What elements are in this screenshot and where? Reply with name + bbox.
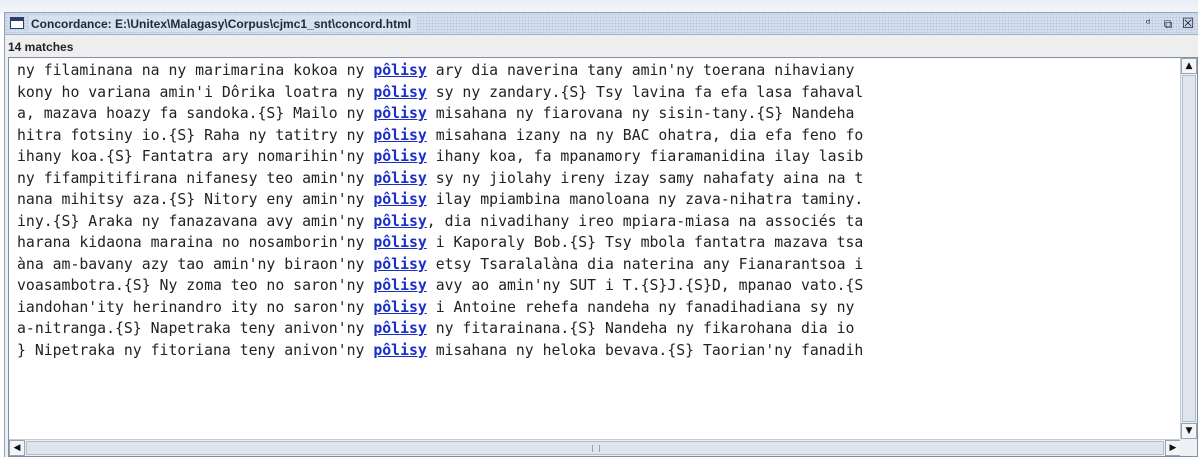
right-context: ihany koa, fa mpanamory fiaramanidina il… (426, 148, 864, 165)
match-link[interactable]: pôlisy (373, 320, 426, 337)
match-link[interactable]: pôlisy (373, 84, 426, 101)
match-link[interactable]: pôlisy (373, 191, 426, 208)
right-context: ilay mpiambina manoloana ny zava-nihatra… (426, 191, 864, 208)
match-count-label: 14 matches (8, 40, 74, 54)
left-context: nana mihitsy aza.{S} Nitory eny amin'ny (17, 191, 374, 208)
scroll-right-icon[interactable]: ▶ (1165, 440, 1181, 456)
concordance-line: hitra fotsiny io.{S} Raha ny tatitry ny … (17, 125, 1179, 147)
left-context: kony ho variana amin'i Dôrika loatra ny (17, 83, 374, 101)
right-context: misahana izany na ny BAC ohatra, dia efa… (426, 126, 864, 144)
right-context: sy ny zandary.{S} Tsy lavina fa efa lasa… (426, 83, 864, 101)
left-context: ny filaminana na ny marimarina kokoa ny (17, 62, 374, 79)
right-context: avy ao amin'ny SUT i T.{S}J.{S}D, mpanao… (426, 277, 864, 294)
match-link[interactable]: pôlisy (373, 105, 426, 122)
right-context: i Kaporaly Bob.{S} Tsy mbola fantatra ma… (426, 234, 864, 251)
horizontal-scrollbar[interactable]: ◀ ▶ (9, 439, 1181, 456)
right-context: , dia nivadihany ireo mpiara-miasa na as… (426, 212, 864, 230)
match-link[interactable]: pôlisy (373, 256, 426, 273)
match-link[interactable]: pôlisy (373, 170, 426, 187)
right-context: ary dia naverina tany amin'ny toerana ni… (426, 62, 855, 79)
scroll-up-icon[interactable]: ▲ (1181, 58, 1197, 74)
left-context: voasambotra.{S} Ny zoma teo no saron'ny (17, 277, 374, 294)
right-context: etsy Tsaralalàna dia naterina any Fianar… (426, 255, 864, 273)
right-context: misahana ny fiarovana ny sisin-tany.{S} … (426, 105, 855, 122)
concordance-line: àna am-bavany azy tao amin'ny biraon'ny … (17, 254, 1179, 276)
scroll-left-icon[interactable]: ◀ (9, 440, 25, 456)
left-context: a-nitranga.{S} Napetraka teny anivon'ny (17, 320, 374, 337)
right-context: sy ny jiolahy ireny izay samy nahafaty a… (426, 169, 864, 187)
window-title: Concordance: E:\Unitex\Malagasy\Corpus\c… (29, 16, 418, 32)
scroll-down-icon[interactable]: ▼ (1181, 423, 1197, 439)
concordance-panel[interactable]: ny filaminana na ny marimarina kokoa ny … (8, 57, 1198, 457)
concordance-line: harana kidaona maraina no nosamborin'ny … (17, 232, 1179, 254)
match-link[interactable]: pôlisy (373, 299, 426, 316)
match-link[interactable]: pôlisy (373, 148, 426, 165)
concordance-line: ny fifampitifirana nifanesy teo amin'ny … (17, 168, 1179, 190)
concordance-line: ny filaminana na ny marimarina kokoa ny … (17, 60, 1179, 82)
left-context: harana kidaona maraina no nosamborin'ny (17, 234, 374, 251)
vertical-scroll-thumb[interactable] (1182, 75, 1196, 422)
left-context: ny fifampitifirana nifanesy teo amin'ny (17, 169, 374, 187)
match-link[interactable]: pôlisy (373, 62, 426, 79)
concordance-line: ihany koa.{S} Fantatra ary nomarihin'ny … (17, 146, 1179, 168)
concordance-line: } Nipetraka ny fitoriana teny anivon'ny … (17, 340, 1179, 362)
concordance-window: Concordance: E:\Unitex\Malagasy\Corpus\c… (4, 12, 1198, 457)
window-icon (10, 17, 24, 29)
concordance-lines: ny filaminana na ny marimarina kokoa ny … (17, 60, 1179, 438)
left-context: hitra fotsiny io.{S} Raha ny tatitry ny (17, 126, 374, 144)
close-icon[interactable]: ☒ (1180, 16, 1196, 32)
iconify-icon[interactable]: ᵈ (1140, 16, 1156, 32)
concordance-line: iny.{S} Araka ny fanazavana avy amin'ny … (17, 211, 1179, 233)
concordance-line: a-nitranga.{S} Napetraka teny anivon'ny … (17, 318, 1179, 340)
match-link[interactable]: pôlisy (373, 277, 426, 294)
concordance-line: voasambotra.{S} Ny zoma teo no saron'ny … (17, 275, 1179, 297)
left-context: iny.{S} Araka ny fanazavana avy amin'ny (17, 212, 374, 230)
match-link[interactable]: pôlisy (373, 127, 426, 144)
concordance-line: nana mihitsy aza.{S} Nitory eny amin'ny … (17, 189, 1179, 211)
scroll-grip-icon (592, 445, 600, 452)
left-context: iandohan'ity herinandro ity no saron'ny (17, 298, 374, 316)
maximize-icon[interactable]: ⧉ (1160, 16, 1176, 32)
match-link[interactable]: pôlisy (373, 213, 426, 230)
match-link[interactable]: pôlisy (373, 342, 426, 359)
right-context: ny fitarainana.{S} Nandeha ny fikarohana… (426, 320, 855, 337)
right-context: misahana ny heloka bevava.{S} Taorian'ny… (426, 341, 864, 359)
scrollbar-corner (1180, 439, 1197, 456)
left-context: a, mazava hoazy fa sandoka.{S} Mailo ny (17, 105, 374, 122)
concordance-line: iandohan'ity herinandro ity no saron'ny … (17, 297, 1179, 319)
left-context: àna am-bavany azy tao amin'ny biraon'ny (17, 255, 374, 273)
concordance-line: kony ho variana amin'i Dôrika loatra ny … (17, 82, 1179, 104)
concordance-line: a, mazava hoazy fa sandoka.{S} Mailo ny … (17, 103, 1179, 125)
left-context: ihany koa.{S} Fantatra ary nomarihin'ny (17, 148, 374, 165)
left-context: } Nipetraka ny fitoriana teny anivon'ny (17, 341, 374, 359)
horizontal-scroll-thumb[interactable] (26, 441, 1164, 455)
vertical-scrollbar[interactable]: ▲ ▼ (1180, 58, 1197, 439)
match-link[interactable]: pôlisy (373, 234, 426, 251)
title-bar[interactable]: Concordance: E:\Unitex\Malagasy\Corpus\c… (5, 13, 1198, 35)
right-context: i Antoine rehefa nandeha ny fanadihadian… (426, 298, 855, 316)
